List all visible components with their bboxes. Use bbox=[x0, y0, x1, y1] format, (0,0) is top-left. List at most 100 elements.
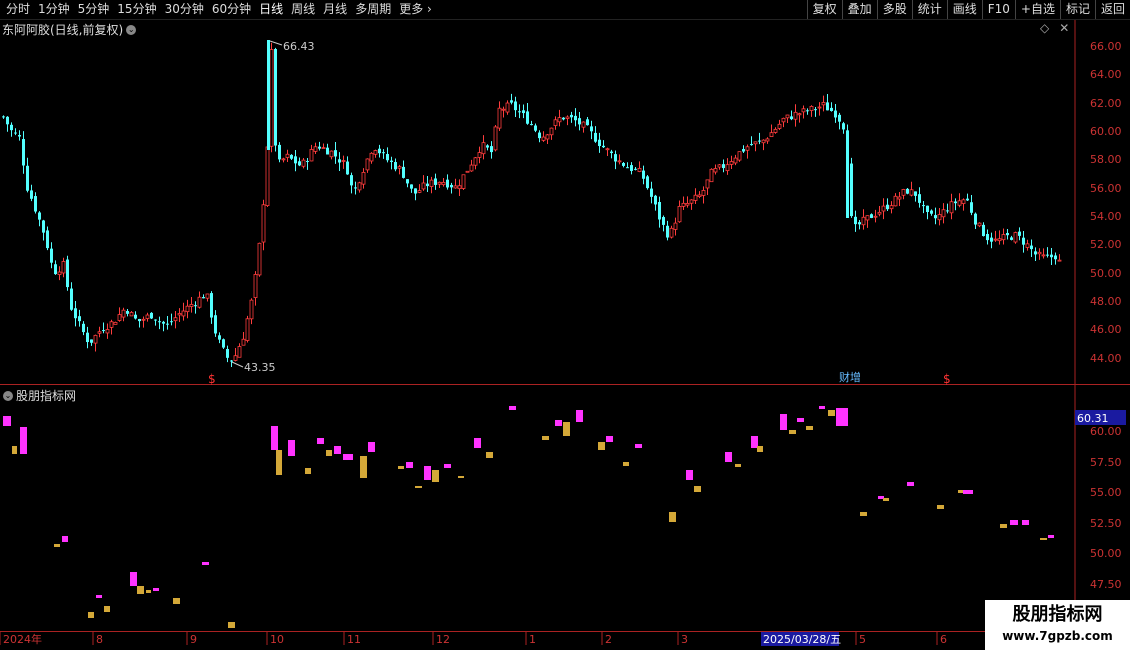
candle-body bbox=[586, 119, 589, 126]
indicator-bar bbox=[1040, 538, 1047, 540]
indicator-bar bbox=[789, 430, 796, 434]
candle-body bbox=[129, 311, 134, 317]
kline-chart[interactable]: 66.00 64.00 62.00 60.00 58.00 56.00 54.0… bbox=[0, 0, 1130, 650]
chevron-down-icon[interactable]: ⌄ bbox=[3, 390, 13, 401]
chevron-down-icon[interactable]: ⌄ bbox=[126, 24, 137, 35]
candle-body bbox=[294, 156, 297, 164]
candle-body bbox=[457, 185, 462, 190]
candle-body bbox=[261, 204, 266, 243]
candle-body bbox=[329, 150, 334, 158]
indicator-tick: 55.00 bbox=[1090, 486, 1122, 499]
indicator-tick: 57.50 bbox=[1090, 456, 1122, 469]
candle-body bbox=[518, 111, 521, 113]
indicator-bar bbox=[780, 414, 787, 430]
candle-body bbox=[725, 164, 730, 172]
candle-body bbox=[453, 185, 458, 189]
candle-body bbox=[117, 314, 122, 321]
candle-body bbox=[557, 117, 562, 123]
indicator-bar bbox=[20, 427, 27, 454]
candle-body bbox=[654, 195, 657, 205]
price-tick: 54.00 bbox=[1090, 210, 1122, 223]
indicator-bar bbox=[432, 470, 439, 482]
time-label: 6 bbox=[940, 633, 947, 646]
candle-body bbox=[562, 117, 565, 120]
indicator-bar bbox=[1000, 524, 1007, 528]
current-value: 60.31 bbox=[1077, 412, 1109, 425]
candle-body bbox=[230, 360, 233, 362]
candle-body bbox=[361, 171, 366, 185]
indicator-bar bbox=[635, 444, 642, 448]
candle-body bbox=[1041, 254, 1046, 257]
indicator-bar bbox=[62, 536, 68, 542]
candle-body bbox=[949, 201, 954, 214]
price-tick: 46.00 bbox=[1090, 323, 1122, 336]
indicator-bar bbox=[153, 588, 159, 591]
close-icon[interactable]: ✕ bbox=[1059, 21, 1069, 35]
earnings-marker[interactable]: 财增 bbox=[839, 370, 861, 384]
indicator-bar bbox=[228, 622, 235, 628]
candle-body bbox=[930, 210, 933, 214]
diamond-icon[interactable]: ◇ bbox=[1040, 21, 1049, 35]
candle-body bbox=[830, 107, 833, 111]
candle-body bbox=[626, 167, 629, 169]
indicator-bar bbox=[735, 464, 741, 467]
indicator-bar bbox=[415, 486, 422, 488]
candle-body bbox=[850, 163, 853, 217]
candle-body bbox=[742, 149, 745, 152]
candle-body bbox=[1018, 231, 1021, 236]
candle-body bbox=[486, 145, 489, 148]
candle-body bbox=[61, 261, 66, 274]
candle-body bbox=[937, 214, 942, 221]
candle-body bbox=[957, 200, 962, 206]
candle-body bbox=[350, 175, 353, 186]
price-tick: 64.00 bbox=[1090, 68, 1122, 81]
indicator-bar bbox=[334, 446, 341, 454]
candle-body bbox=[301, 159, 306, 167]
candle-body bbox=[473, 157, 478, 166]
candle-body bbox=[809, 106, 814, 111]
candle-body bbox=[1054, 255, 1057, 260]
candle-body bbox=[817, 106, 822, 109]
time-label: 10 bbox=[270, 633, 284, 646]
dividend-marker[interactable]: $ bbox=[208, 372, 216, 386]
dividend-marker[interactable]: $ bbox=[943, 372, 951, 386]
candle-body bbox=[722, 164, 725, 169]
candle-body bbox=[598, 139, 601, 147]
candle-body bbox=[666, 225, 669, 238]
indicator-bar bbox=[146, 590, 151, 593]
candle-body bbox=[926, 205, 929, 212]
candle-body bbox=[834, 110, 837, 118]
candle-body bbox=[505, 102, 510, 113]
candle-body bbox=[982, 224, 985, 237]
candle-body bbox=[922, 205, 925, 207]
candle-body bbox=[737, 151, 742, 161]
time-axis: 2024年 8 9 10 11 12 1 2 3 2025/03/28/五 5 … bbox=[0, 632, 947, 646]
indicator-tick: 50.00 bbox=[1090, 547, 1122, 560]
candle-body bbox=[373, 150, 378, 155]
indicator-bar bbox=[937, 505, 944, 509]
candle-body bbox=[733, 157, 738, 164]
time-label: 3 bbox=[681, 633, 688, 646]
candle-body bbox=[205, 293, 210, 299]
candle-body bbox=[538, 132, 541, 139]
candle-body bbox=[594, 132, 597, 142]
candle-body bbox=[605, 148, 610, 151]
candle-body bbox=[881, 205, 886, 212]
candle-body bbox=[461, 174, 466, 189]
indicator-bar bbox=[907, 482, 914, 486]
price-tick: 52.00 bbox=[1090, 238, 1122, 251]
candle-body bbox=[941, 209, 946, 218]
indicator-bar bbox=[276, 450, 282, 475]
candle-body bbox=[614, 154, 617, 162]
candle-body bbox=[66, 259, 69, 288]
indicator-bars bbox=[3, 406, 1054, 628]
indicator-bar bbox=[725, 452, 732, 462]
indicator-bar bbox=[486, 452, 493, 458]
candle-body bbox=[553, 119, 558, 126]
candle-body bbox=[669, 227, 674, 238]
candle-body bbox=[993, 238, 998, 241]
candle-body bbox=[901, 189, 906, 196]
candle-body bbox=[290, 154, 293, 159]
candle-body bbox=[773, 128, 778, 133]
indicator-bar bbox=[686, 470, 693, 480]
